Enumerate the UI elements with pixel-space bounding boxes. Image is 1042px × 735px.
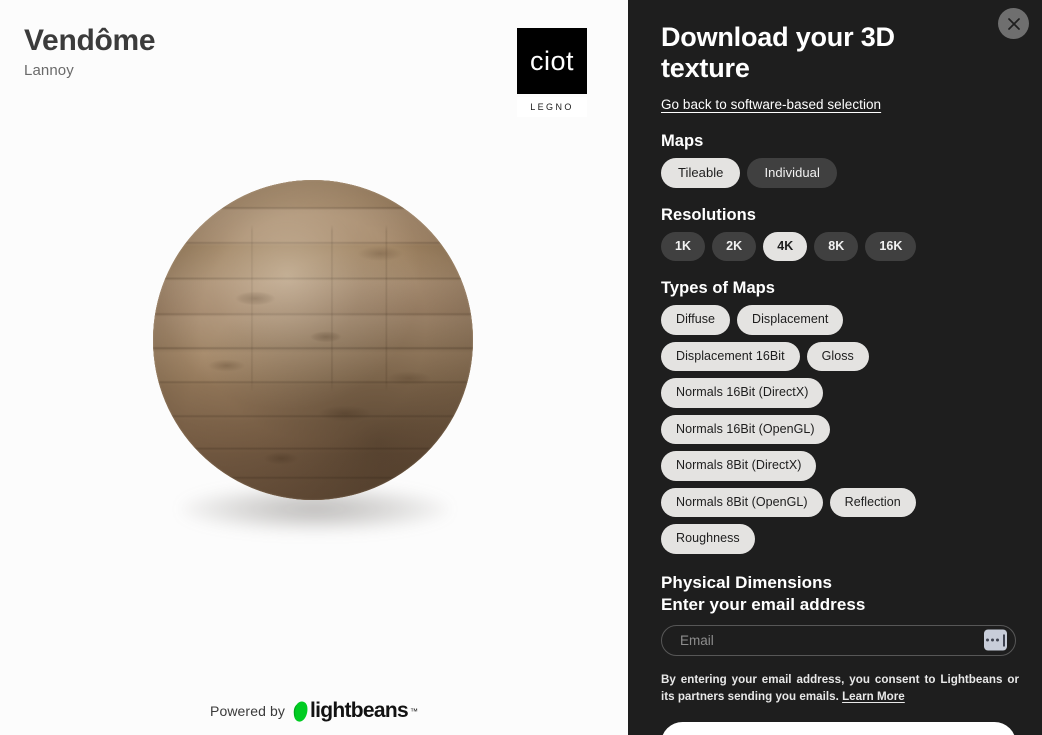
brand-logo: ciot LEGNO xyxy=(517,28,587,117)
map-type-row-1: Diffuse Displacement xyxy=(661,305,1016,335)
map-type-gloss[interactable]: Gloss xyxy=(806,341,869,372)
map-type-displacement-16bit[interactable]: Displacement 16Bit xyxy=(661,341,800,372)
map-type-row-2: Displacement 16Bit Gloss xyxy=(661,341,1016,372)
map-type-row-6: Normals 8Bit (OpenGL) Reflection xyxy=(661,487,1016,518)
resolution-option-4k[interactable]: 4K xyxy=(763,231,808,262)
email-heading: Enter your email address xyxy=(661,594,866,614)
trademark-symbol: ™ xyxy=(409,706,418,716)
map-type-row-7: Roughness xyxy=(661,524,1016,554)
map-type-row-3: Normals 16Bit (DirectX) xyxy=(661,378,1016,408)
texture-viewer: Vendôme Lannoy ciot LEGNO Powered by lig… xyxy=(0,0,628,735)
resolution-option-1k[interactable]: 1K xyxy=(661,231,706,262)
wood-texture-sphere[interactable] xyxy=(153,180,473,500)
types-of-maps-section-label: Types of Maps xyxy=(661,279,776,298)
download-panel: Download your 3D texture Go back to soft… xyxy=(628,0,1042,735)
resolutions-section-label: Resolutions xyxy=(661,205,756,224)
map-type-normals-8bit-opengl[interactable]: Normals 8Bit (OpenGL) xyxy=(661,487,823,518)
sphere-preview[interactable] xyxy=(153,180,475,560)
lightbeans-logo: lightbeans ™ xyxy=(293,699,418,723)
maps-option-individual[interactable]: Individual xyxy=(747,157,837,188)
map-type-normals-16bit-opengl[interactable]: Normals 16Bit (OpenGL) xyxy=(661,414,830,445)
consent-body: By entering your email address, you cons… xyxy=(661,672,1019,704)
consent-text: By entering your email address, you cons… xyxy=(661,671,1019,706)
brand-name: ciot xyxy=(529,45,575,76)
texture-download-screen: Vendôme Lannoy ciot LEGNO Powered by lig… xyxy=(0,0,1042,735)
autofill-dot-3 xyxy=(996,638,1000,642)
text-caret xyxy=(1003,634,1005,647)
download-button[interactable]: Download (162.6 MB) xyxy=(661,722,1016,735)
autofill-dot-2 xyxy=(991,638,995,642)
product-subtitle: Lannoy xyxy=(24,61,74,79)
texture-preview-stage[interactable] xyxy=(0,150,628,590)
email-input[interactable] xyxy=(662,625,1015,655)
learn-more-link[interactable]: Learn More xyxy=(842,690,905,703)
map-type-row-4: Normals 16Bit (OpenGL) xyxy=(661,414,1016,445)
close-x-glyph xyxy=(1007,17,1020,30)
maps-option-tileable[interactable]: Tileable xyxy=(661,157,741,188)
autofill-dot-1 xyxy=(986,638,990,642)
map-type-row-5: Normals 8Bit (DirectX) xyxy=(661,451,1016,481)
maps-section-label: Maps xyxy=(661,131,704,150)
brand-subname: LEGNO xyxy=(517,97,587,117)
resolutions-chip-row: 1K 2K 4K 8K 16K xyxy=(661,231,1016,262)
sphere-rim-light xyxy=(153,180,473,500)
resolution-option-8k[interactable]: 8K xyxy=(814,231,859,262)
resolution-option-16k[interactable]: 16K xyxy=(865,231,917,262)
map-type-displacement[interactable]: Displacement xyxy=(737,305,844,335)
map-type-reflection[interactable]: Reflection xyxy=(829,487,916,518)
panel-title: Download your 3D texture xyxy=(661,22,895,84)
email-field-wrapper xyxy=(661,624,1016,656)
brand-mark: ciot xyxy=(517,28,587,94)
resolution-option-2k[interactable]: 2K xyxy=(712,231,757,262)
map-type-roughness[interactable]: Roughness xyxy=(661,524,755,554)
close-icon[interactable] xyxy=(998,8,1029,39)
lightbeans-wordmark: lightbeans xyxy=(309,699,409,722)
map-type-diffuse[interactable]: Diffuse xyxy=(661,305,731,335)
viewer-header: Vendôme Lannoy ciot LEGNO xyxy=(0,0,628,120)
map-type-normals-8bit-directx[interactable]: Normals 8Bit (DirectX) xyxy=(661,451,817,481)
physical-dimensions-label: Physical Dimensions xyxy=(661,572,833,592)
bean-icon xyxy=(293,701,308,722)
autofill-dots-icon[interactable] xyxy=(984,629,1007,651)
powered-by-footer: Powered by lightbeans ™ xyxy=(0,699,628,723)
map-type-normals-16bit-directx[interactable]: Normals 16Bit (DirectX) xyxy=(661,378,824,408)
page-title: Vendôme xyxy=(24,24,156,57)
product-title-block: Vendôme Lannoy xyxy=(24,24,156,79)
maps-chip-row: Tileable Individual xyxy=(661,157,1016,188)
powered-by-label: Powered by xyxy=(210,703,285,719)
back-to-software-selection-link[interactable]: Go back to software-based selection xyxy=(661,97,881,112)
